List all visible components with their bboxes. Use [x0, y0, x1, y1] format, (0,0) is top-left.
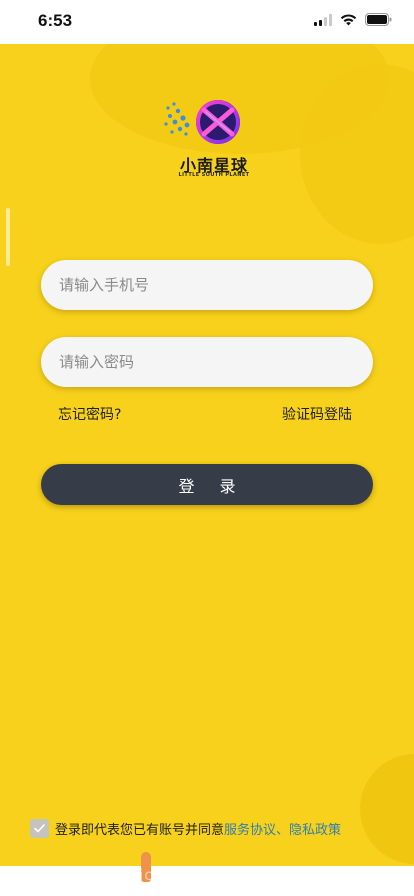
background-blob-bottom: [360, 754, 414, 864]
battery-icon: [365, 13, 392, 26]
scroll-indicator: [6, 208, 10, 266]
sms-login-link[interactable]: 验证码登陆: [282, 404, 352, 424]
check-icon: [34, 824, 45, 833]
service-agreement-link[interactable]: 服务协议: [224, 819, 276, 838]
agreement-separator: 、: [276, 823, 290, 838]
status-icons: [314, 13, 392, 26]
password-field[interactable]: [41, 337, 373, 387]
watermark: 11ic素材 • 11WYX.COM: [118, 866, 310, 884]
wifi-icon: [340, 13, 357, 25]
signal-icon: [314, 13, 332, 26]
status-time: 6:53: [38, 11, 73, 30]
forgot-password-link[interactable]: 忘记密码?: [58, 404, 121, 424]
brand-subtitle: LITTLE SOUTH PLANET: [178, 172, 250, 178]
phone-field[interactable]: [41, 260, 373, 310]
agreement-checkbox[interactable]: [30, 819, 49, 838]
agreement-row: 登录即代表您已有账号并同意 服务协议 、 隐私政策: [30, 819, 341, 838]
privacy-policy-link[interactable]: 隐私政策: [289, 819, 341, 838]
login-button[interactable]: 登 录: [41, 464, 373, 505]
phone-input[interactable]: [41, 260, 373, 310]
agreement-text: 登录即代表您已有账号并同意: [55, 823, 225, 838]
status-bar: 6:53: [0, 0, 414, 44]
login-button-label: 登 录: [178, 476, 246, 496]
password-input[interactable]: [41, 337, 373, 387]
